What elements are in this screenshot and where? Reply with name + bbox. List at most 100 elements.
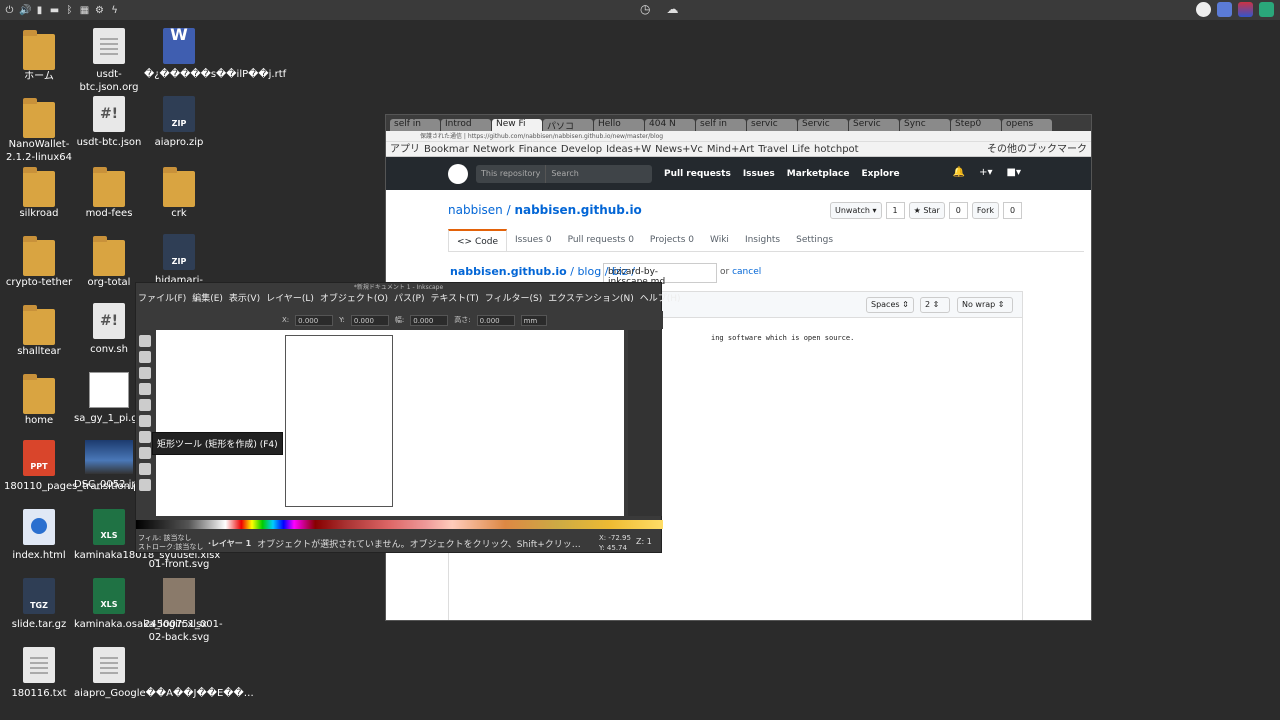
search-input[interactable]: Search [546, 165, 583, 183]
bookmark-item[interactable]: Finance [519, 142, 557, 156]
desktop-icon-back-svg[interactable]: 24500751_001-02-back.svg [144, 578, 223, 644]
y-field[interactable]: 0.000 [350, 314, 389, 326]
tab-issues[interactable]: Issues 0 [507, 229, 560, 251]
desktop-icon-sa-gy[interactable]: sa_gy_1_pi.gpng [74, 372, 157, 425]
nav-explore[interactable]: Explore [861, 169, 899, 179]
fork-count[interactable]: 0 [1003, 202, 1023, 219]
menu-help[interactable]: ヘルプ(H) [640, 292, 681, 306]
menu-edit[interactable]: 編集(E) [192, 292, 223, 306]
browser-tab[interactable]: self in [696, 119, 746, 131]
address-bar[interactable]: 保護された通信 | https://github.com/nabbisen/na… [386, 131, 1091, 142]
measure-tool-icon[interactable] [139, 399, 151, 411]
browser-tab-active[interactable]: New Fi [492, 119, 542, 131]
desktop-icon-dsc[interactable]: DSC_0052.jpg [74, 440, 144, 491]
desktop-icon-slide-tar[interactable]: TGZ slide.tar.gz [4, 578, 74, 631]
tab-projects[interactable]: Projects 0 [642, 229, 702, 251]
star-button[interactable]: ★ Star [908, 202, 945, 219]
bookmark-item[interactable]: hotchpot [814, 142, 859, 156]
menu-file[interactable]: ファイル(F) [138, 292, 186, 306]
bookmark-item[interactable]: Develop [561, 142, 602, 156]
browser-tab[interactable]: Introd [441, 119, 491, 131]
browser-tab[interactable]: Sync [900, 119, 950, 131]
tab-insights[interactable]: Insights [737, 229, 788, 251]
browser-tab[interactable]: Servic [849, 119, 899, 131]
menu-layer[interactable]: レイヤー(L) [266, 292, 314, 306]
spiral-tool-icon[interactable] [139, 479, 151, 491]
desktop-icon-usdt-org[interactable]: usdt-btc.json.org [74, 28, 144, 94]
breadcrumb-repo[interactable]: nabbisen.github.io [450, 265, 567, 278]
browser-tab[interactable]: Step0 [951, 119, 1001, 131]
menu-object[interactable]: オブジェクト(O) [320, 292, 388, 306]
desktop-icon-mod-fees[interactable]: mod-fees [74, 167, 144, 220]
bluetooth-icon[interactable]: ᛒ [64, 5, 75, 16]
weather-icon[interactable]: ☁ [666, 2, 678, 16]
desktop-icon-front-svg[interactable]: 01-front.svg [144, 558, 214, 571]
chrome-tray-icon[interactable] [1196, 2, 1211, 17]
clock-icon[interactable]: ◷ [640, 2, 650, 16]
github-search[interactable]: This repository Search [476, 164, 652, 183]
desktop-icon-shalltear[interactable]: shalltear [4, 305, 74, 358]
browser-tab[interactable]: Hello [594, 119, 644, 131]
desktop-icon-crk[interactable]: crk [144, 167, 214, 220]
ellipse-tool-icon[interactable] [139, 447, 151, 459]
width-field[interactable]: 0.000 [410, 314, 449, 326]
drive-icon[interactable]: ▦ [79, 5, 90, 16]
unit-select[interactable]: mm [520, 314, 547, 326]
plus-icon[interactable]: +▾ [979, 167, 992, 178]
fill-stroke-indicator[interactable]: フィル: 該当なし ストローク:該当なし [136, 534, 203, 552]
manjaro-icon[interactable] [1259, 2, 1274, 17]
bookmark-item[interactable]: Bookmar [424, 142, 469, 156]
volume-icon[interactable]: 🔊 [19, 5, 31, 16]
app-tray-icon[interactable] [1238, 2, 1253, 17]
desktop-icon-nanowallet[interactable]: NanoWallet-2.1.2-linux64 [4, 98, 74, 164]
cancel-link[interactable]: cancel [732, 267, 761, 277]
zoom-field[interactable]: Z: 1 [636, 537, 652, 546]
commands-bar[interactable] [628, 330, 662, 516]
tab-pull-requests[interactable]: Pull requests 0 [560, 229, 642, 251]
unwatch-button[interactable]: Unwatch ▾ [830, 202, 882, 219]
menu-path[interactable]: パス(P) [394, 292, 424, 306]
bookmark-apps[interactable]: アプリ [390, 142, 420, 156]
bookmark-item[interactable]: Life [792, 142, 810, 156]
browser-tab[interactable]: 404 N [645, 119, 695, 131]
layer-select[interactable]: ·レイヤー 1 [202, 538, 257, 549]
menu-filter[interactable]: フィルター(S) [485, 292, 543, 306]
notification-bell-icon[interactable]: 🔔 [953, 167, 965, 178]
desktop-icon-kaminaka-xlsx[interactable]: XLS kaminaka18018_syuusei.xlsx [74, 509, 220, 562]
desktop-icon-home-folder[interactable]: home [4, 374, 74, 427]
indent-mode-select[interactable]: Spaces ⇕ [866, 297, 914, 313]
lightning-icon[interactable]: ϟ [109, 5, 120, 16]
menu-extensions[interactable]: エクステンション(N) [548, 292, 634, 306]
menu-text[interactable]: テキスト(T) [430, 292, 478, 306]
browser-tab[interactable]: opens [1002, 119, 1052, 131]
repo-owner[interactable]: nabbisen [448, 203, 503, 217]
desktop-icon-hidamari[interactable]: ZIP hidamari- [144, 234, 214, 287]
desktop-icon-org-total[interactable]: org-total [74, 236, 144, 289]
github-logo-icon[interactable] [448, 163, 468, 184]
filename-input[interactable]: bizcard-by-inkscape.md [603, 263, 717, 287]
repo-name[interactable]: nabbisen.github.io [514, 203, 641, 217]
bookmark-item[interactable]: News+Vc [655, 142, 703, 156]
menu-view[interactable]: 表示(V) [229, 292, 260, 306]
nav-issues[interactable]: Issues [743, 169, 775, 179]
watch-count[interactable]: 1 [885, 202, 905, 219]
desktop-icon-aiapro-google[interactable]: aiapro_Google��A��J��E��… [74, 647, 254, 700]
node-tool-icon[interactable] [139, 351, 151, 363]
tab-settings[interactable]: Settings [788, 229, 841, 251]
desktop-icon-rtf[interactable]: W �¿�����s��ilP��j.rtf [144, 27, 286, 81]
3dbox-tool-icon[interactable] [139, 431, 151, 443]
nav-marketplace[interactable]: Marketplace [787, 169, 850, 179]
desktop-icon-aiapro-zip[interactable]: ZIP aiapro.zip [144, 96, 214, 149]
messenger-tray-icon[interactable] [1217, 2, 1232, 17]
star-tool-icon[interactable] [139, 463, 151, 475]
desktop-icon-silkroad[interactable]: silkroad [4, 167, 74, 220]
other-bookmarks[interactable]: その他のブックマーク [987, 142, 1087, 157]
browser-tab[interactable]: Servic [798, 119, 848, 131]
bookmark-item[interactable]: Ideas+W [606, 142, 651, 156]
gear-icon[interactable]: ⚙ [94, 5, 105, 16]
desktop-icon-ppt[interactable]: PPT 180110_pages_transition.p… [4, 440, 150, 493]
drawing-canvas[interactable] [156, 330, 624, 516]
selector-tool-icon[interactable] [139, 335, 151, 347]
power-icon[interactable]: ⏻ [4, 5, 15, 16]
rect-tool-icon[interactable] [139, 415, 151, 427]
